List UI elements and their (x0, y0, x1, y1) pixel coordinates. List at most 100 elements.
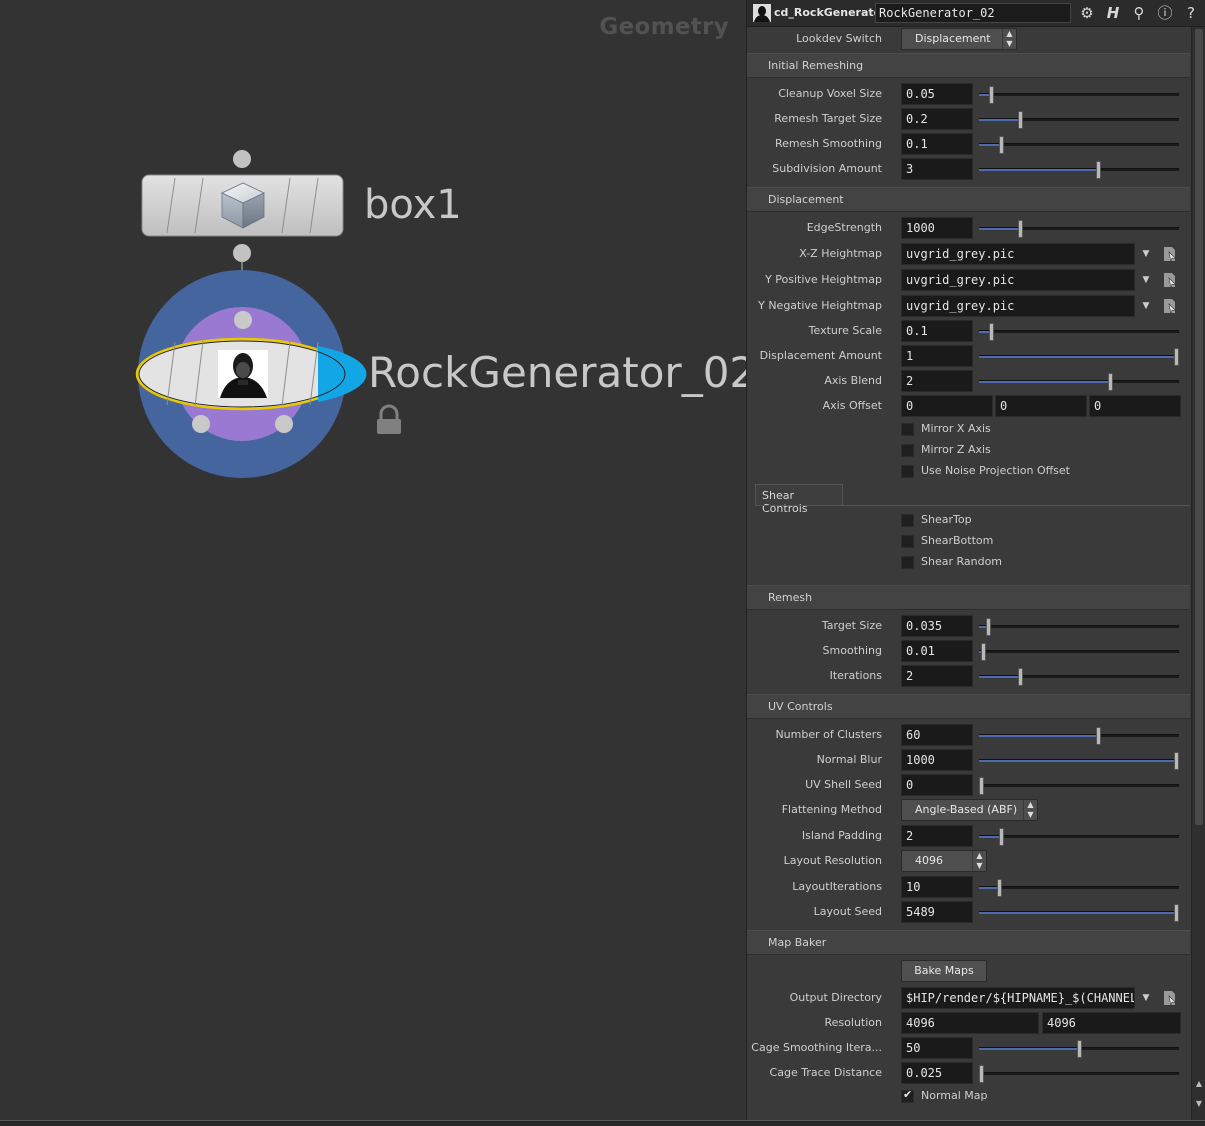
dropdown-arrow-icon[interactable]: ▼ (1137, 988, 1155, 1008)
slider-handle[interactable] (999, 828, 1004, 846)
slider-handle[interactable] (1096, 161, 1101, 179)
slider-handle[interactable] (981, 643, 986, 661)
remesh-smoothing-slider[interactable] (979, 136, 1179, 154)
mirror-z-axis-toggle[interactable]: Mirror Z Axis (901, 440, 1181, 460)
box1-node[interactable] (141, 150, 344, 262)
edge-strength-field[interactable]: 1000 (901, 217, 973, 239)
island-padding-field[interactable]: 2 (901, 825, 973, 847)
network-canvas[interactable] (0, 0, 746, 1120)
box1-output-port[interactable] (233, 244, 251, 262)
slider-handle[interactable] (1108, 373, 1113, 391)
resolution-x-field[interactable]: 4096 (901, 1012, 1039, 1034)
number-of-clusters-slider[interactable] (979, 727, 1179, 745)
dropdown-arrow-icon[interactable]: ▼ (1137, 296, 1155, 316)
number-of-clusters-field[interactable]: 60 (901, 724, 973, 746)
noise-projection-toggle[interactable]: Use Noise Projection Offset (901, 461, 1181, 481)
layout-seed-field[interactable]: 5489 (901, 901, 973, 923)
node-name-field[interactable]: RockGenerator_02 (875, 3, 1071, 23)
iterations-slider[interactable] (979, 668, 1179, 686)
mirror-x-axis-toggle[interactable]: Mirror X Axis (901, 419, 1181, 439)
folder-map-baker[interactable]: Map Baker (747, 930, 1190, 955)
slider-handle[interactable] (999, 136, 1004, 154)
folder-remesh[interactable]: Remesh (747, 585, 1190, 610)
xz-heightmap-field[interactable]: uvgrid_grey.pic (901, 243, 1135, 265)
smoothing-slider[interactable] (979, 643, 1179, 661)
folder-displacement[interactable]: Displacement (747, 187, 1190, 212)
scrollbar-thumb[interactable] (1195, 29, 1203, 825)
cage-smoothing-slider[interactable] (979, 1040, 1179, 1058)
layout-resolution-menu[interactable]: 4096 ▲ ▼ (901, 850, 987, 872)
cleanup-voxel-size-slider[interactable] (979, 86, 1179, 104)
axis-blend-field[interactable]: 2 (901, 370, 973, 392)
flattening-method-menu[interactable]: Angle-Based (ABF) ▲ ▼ (901, 799, 1038, 821)
axis-blend-slider[interactable] (979, 373, 1179, 391)
uv-shell-seed-slider[interactable] (979, 777, 1179, 795)
normal-blur-slider[interactable] (979, 752, 1179, 770)
slider-handle[interactable] (1174, 752, 1179, 770)
file-chooser-icon[interactable] (1163, 298, 1177, 314)
lock-icon[interactable] (377, 404, 401, 434)
island-padding-slider[interactable] (979, 828, 1179, 846)
folder-initial-remeshing[interactable]: Initial Remeshing (747, 53, 1190, 78)
layout-iterations-slider[interactable] (979, 879, 1179, 897)
slider-handle[interactable] (1018, 111, 1023, 129)
remesh-target-size-field[interactable]: 0.2 (901, 108, 973, 130)
shear-bottom-toggle[interactable]: ShearBottom (901, 531, 1181, 551)
help-h-icon[interactable]: H (1103, 3, 1123, 23)
gear-icon[interactable]: ⚙ (1077, 3, 1097, 23)
rockgenerator-node[interactable] (135, 270, 367, 478)
cage-smoothing-field[interactable]: 50 (901, 1037, 973, 1059)
displacement-amount-field[interactable]: 1 (901, 345, 973, 367)
slider-handle[interactable] (1174, 348, 1179, 366)
slider-handle[interactable] (1174, 904, 1179, 922)
scroll-down-arrow-icon[interactable]: ▼ (1194, 1099, 1204, 1111)
slider-handle[interactable] (989, 86, 994, 104)
lookdev-switch-menu[interactable]: Displacement ▲ ▼ (901, 28, 1017, 50)
slider-handle[interactable] (979, 777, 984, 795)
layout-iterations-field[interactable]: 10 (901, 876, 973, 898)
file-chooser-icon[interactable] (1163, 246, 1177, 262)
displacement-amount-slider[interactable] (979, 348, 1179, 366)
shear-top-toggle[interactable]: ShearTop (901, 510, 1181, 530)
file-chooser-icon[interactable] (1163, 272, 1177, 288)
shear-top-checkbox[interactable] (901, 514, 914, 527)
slider-handle[interactable] (1018, 220, 1023, 238)
subdivision-amount-slider[interactable] (979, 161, 1179, 179)
slider-handle[interactable] (979, 1065, 984, 1083)
axis-offset-z-field[interactable]: 0 (1089, 395, 1181, 417)
tab-shear-controls[interactable]: Shear Controls (755, 484, 843, 515)
rock-input-port[interactable] (234, 311, 252, 329)
dropdown-arrow-icon[interactable]: ▼ (1137, 244, 1155, 264)
cage-trace-distance-field[interactable]: 0.025 (901, 1062, 973, 1084)
search-icon[interactable]: ⚲ (1129, 3, 1149, 23)
folder-uv-controls[interactable]: UV Controls (747, 694, 1190, 719)
remesh-smoothing-field[interactable]: 0.1 (901, 133, 973, 155)
smoothing-field[interactable]: 0.01 (901, 640, 973, 662)
target-size-slider[interactable] (979, 618, 1179, 636)
target-size-field[interactable]: 0.035 (901, 615, 973, 637)
y-positive-heightmap-field[interactable]: uvgrid_grey.pic (901, 269, 1135, 291)
iterations-field[interactable]: 2 (901, 665, 973, 687)
uv-shell-seed-field[interactable]: 0 (901, 774, 973, 796)
parameter-scrollbar[interactable]: ▲ ▼ (1191, 27, 1205, 1120)
slider-handle[interactable] (1018, 668, 1023, 686)
output-directory-field[interactable]: $HIP/render/${HIPNAME}_$(CHANNEL) (901, 987, 1135, 1009)
normal-blur-field[interactable]: 1000 (901, 749, 973, 771)
slider-handle[interactable] (1077, 1040, 1082, 1058)
rock-output-port-1[interactable] (192, 415, 210, 433)
slider-handle[interactable] (989, 323, 994, 341)
slider-handle[interactable] (1096, 727, 1101, 745)
noise-projection-checkbox[interactable] (901, 465, 914, 478)
remesh-target-size-slider[interactable] (979, 111, 1179, 129)
file-chooser-icon[interactable] (1163, 990, 1177, 1006)
slider-handle[interactable] (986, 618, 991, 636)
edge-strength-slider[interactable] (979, 220, 1179, 238)
box1-node-label[interactable]: box1 (364, 182, 462, 228)
box1-input-port[interactable] (233, 150, 251, 168)
help-icon[interactable]: ? (1181, 3, 1201, 23)
rock-output-port-2[interactable] (275, 415, 293, 433)
normal-map-checkbox[interactable] (901, 1088, 914, 1103)
dropdown-arrow-icon[interactable]: ▼ (1137, 270, 1155, 290)
info-icon[interactable]: ⓘ (1155, 3, 1175, 23)
cleanup-voxel-size-field[interactable]: 0.05 (901, 83, 973, 105)
